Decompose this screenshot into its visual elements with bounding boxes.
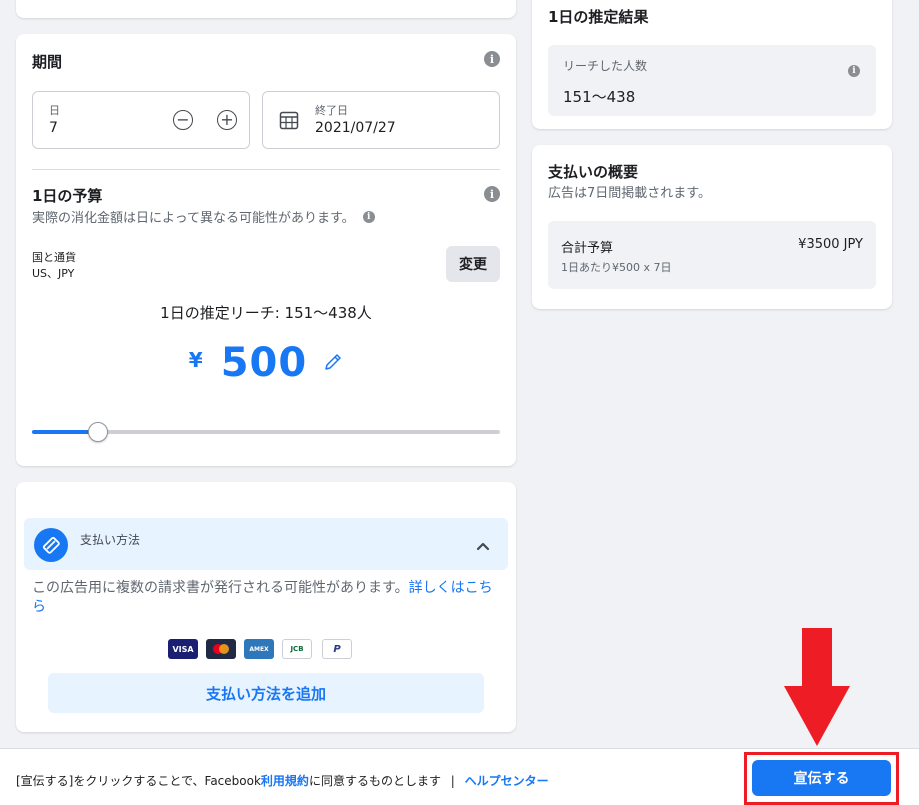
payment-summary-card: 支払いの概要 広告は7日間掲載されます。 合計予算 ¥3500 JPY 1日あた…: [532, 145, 892, 309]
footer-agreement: [宣伝する]をクリックすることで、Facebook利用規約に同意するものとします…: [16, 772, 549, 789]
budget-amount-row: ¥ 500: [16, 340, 516, 386]
summary-title: 支払いの概要: [548, 163, 639, 181]
agreement-suffix: に同意するものとします: [308, 774, 441, 788]
country-value: US、JPY: [32, 267, 75, 280]
currency-symbol: ¥: [188, 348, 203, 372]
terms-link[interactable]: 利用規約: [261, 774, 309, 788]
reach-label: リーチした人数: [563, 59, 648, 73]
payment-method-icon: [34, 528, 68, 562]
edit-pencil-icon[interactable]: [323, 352, 343, 376]
visa-card-icon: VISA: [168, 639, 198, 659]
budget-card: 期間 i 日 7 − + 終了日 2021/07/27 1日の予算 i 実際の消…: [16, 34, 516, 466]
change-button[interactable]: 変更: [446, 246, 500, 282]
payment-method-label: 支払い方法: [80, 533, 141, 547]
increment-button[interactable]: +: [217, 110, 237, 130]
add-payment-method-button[interactable]: 支払い方法を追加: [48, 673, 484, 713]
top-card-remnant: [16, 0, 516, 18]
summary-subtitle: 広告は7日間掲載されます。: [548, 186, 711, 201]
budget-note: 実際の消化金額は日によって異なる可能性があります。: [32, 211, 355, 226]
budget-info-icon[interactable]: i: [484, 186, 500, 202]
total-budget-label: 合計予算: [561, 241, 614, 256]
estimate-title: 1日の推定結果: [548, 8, 649, 26]
period-info-icon[interactable]: i: [484, 51, 500, 67]
daily-breakdown: 1日あたり¥500 x 7日: [561, 261, 672, 274]
payment-method-row[interactable]: 支払い方法: [24, 518, 508, 570]
period-title: 期間: [32, 53, 63, 71]
budget-title: 1日の予算: [32, 187, 103, 205]
days-value[interactable]: 7: [49, 120, 58, 136]
amex-card-icon: AMEX: [244, 639, 274, 659]
budget-note-info-icon[interactable]: i: [362, 210, 375, 223]
paypal-icon: P: [322, 639, 352, 659]
footer-separator: |: [450, 774, 455, 788]
promote-button[interactable]: 宣伝する: [752, 760, 891, 796]
red-arrow-annotation: [784, 628, 850, 750]
total-budget-box: 合計予算 ¥3500 JPY 1日あたり¥500 x 7日: [548, 221, 876, 289]
days-field[interactable]: 日 7 − +: [32, 91, 250, 149]
decrement-button[interactable]: −: [173, 110, 193, 130]
total-budget-value: ¥3500 JPY: [798, 237, 863, 252]
days-label: 日: [49, 104, 60, 117]
estimate-card: 1日の推定結果 リーチした人数 i 151〜438: [532, 0, 892, 129]
budget-slider-thumb[interactable]: [88, 422, 108, 442]
agreement-prefix: [宣伝する]をクリックすることで、Facebook: [16, 774, 261, 788]
budget-amount[interactable]: 500: [221, 340, 308, 386]
estimated-reach-text: 1日の推定リーチ: 151〜438人: [160, 304, 372, 322]
help-center-link[interactable]: ヘルプセンター: [465, 774, 549, 788]
payment-notice-text: この広告用に複数の請求書が発行される可能性があります。: [32, 580, 409, 596]
budget-slider[interactable]: [32, 422, 500, 442]
jcb-card-icon: JCB: [282, 639, 312, 659]
payment-notice: この広告用に複数の請求書が発行される可能性があります。詳しくはこちら: [32, 579, 504, 617]
divider: [32, 169, 500, 170]
end-date-label: 終了日: [315, 104, 348, 117]
payment-card: 支払い方法 この広告用に複数の請求書が発行される可能性があります。詳しくはこちら…: [16, 482, 516, 732]
chevron-up-icon[interactable]: [476, 536, 490, 555]
reach-info-icon[interactable]: i: [848, 65, 860, 77]
mastercard-icon: [206, 639, 236, 659]
reach-box: リーチした人数 i 151〜438: [548, 45, 876, 116]
reach-value: 151〜438: [563, 88, 636, 106]
calendar-icon: [279, 110, 299, 134]
end-date-field[interactable]: 終了日 2021/07/27: [262, 91, 500, 149]
country-label: 国と通貨: [32, 251, 76, 264]
end-date-value: 2021/07/27: [315, 120, 396, 136]
